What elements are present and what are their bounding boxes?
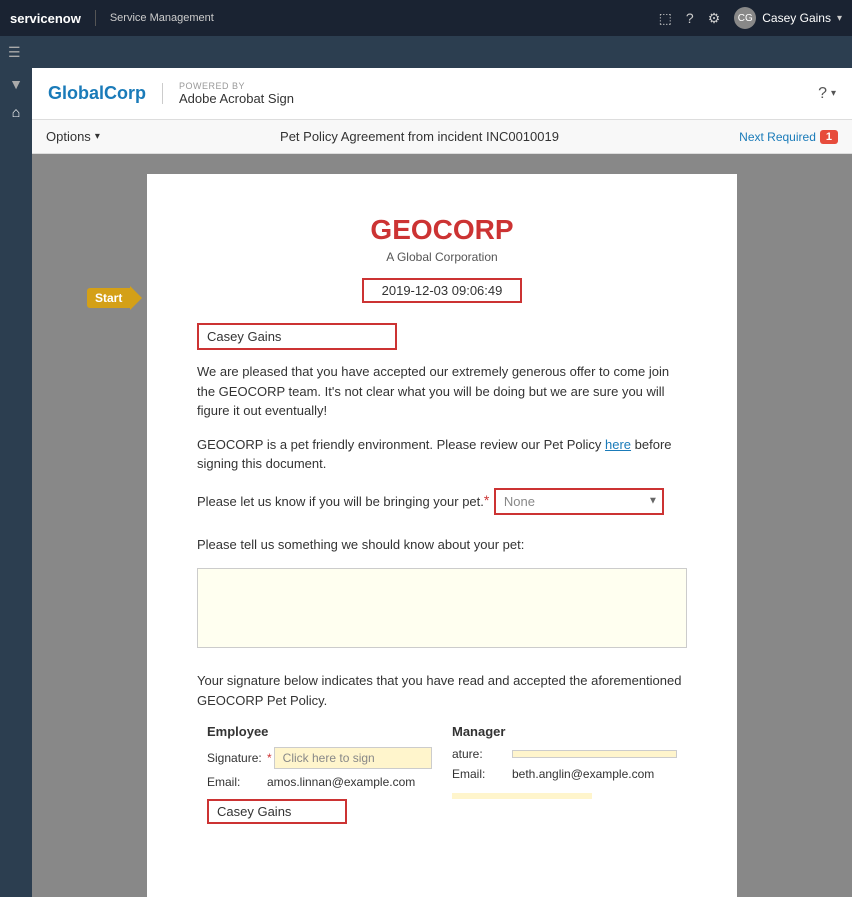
next-required-badge: 1 <box>820 130 838 144</box>
module-text: Service Management <box>110 12 214 24</box>
next-required-label: Next Required <box>739 130 816 144</box>
employee-sig-star: * <box>267 751 272 765</box>
options-button[interactable]: Options ▾ <box>46 129 100 144</box>
servicenow-logo-text: servicenow <box>10 11 81 26</box>
app-wrapper: ▼ ⌂ GlobalCorp POWERED BY Adobe Acrobat … <box>0 68 852 897</box>
avatar-initials: CG <box>738 13 753 24</box>
manager-signature-row: ature: <box>452 747 677 761</box>
menu-icon[interactable]: ☰ <box>8 44 21 61</box>
manager-sig-label: ature: <box>452 747 512 761</box>
top-nav-right: ⬚ ? ⚙ CG Casey Gains ▾ <box>659 7 842 29</box>
sidebar-home-icon[interactable]: ⌂ <box>12 104 20 120</box>
brand-bar: GlobalCorp POWERED BY Adobe Acrobat Sign… <box>32 68 852 120</box>
start-arrow <box>130 286 142 310</box>
powered-by-label: POWERED BY <box>179 81 294 91</box>
pet-required-star: * <box>484 492 489 508</box>
manager-signature-col: Manager ature: Email: beth.anglin@exampl… <box>442 724 687 824</box>
document-title: Pet Policy Agreement from incident INC00… <box>100 129 739 144</box>
manager-email-value: beth.anglin@example.com <box>512 767 654 781</box>
top-nav-left: servicenow Service Management <box>10 10 214 26</box>
pet-question-label: Please let us know if you will be bringi… <box>197 494 484 509</box>
content-wrapper: GlobalCorp POWERED BY Adobe Acrobat Sign… <box>32 68 852 897</box>
user-menu-chevron: ▾ <box>837 13 842 24</box>
options-label: Options <box>46 129 91 144</box>
employee-name-field: Casey Gains <box>197 323 397 350</box>
globalcorp-title: GlobalCorp <box>48 83 163 104</box>
employee-email-row: Email: amos.linnan@example.com <box>207 775 432 789</box>
body-text-2-prefix: GEOCORP is a pet friendly environment. P… <box>197 437 601 452</box>
employee-signature-row: Signature: * Click here to sign <box>207 747 432 769</box>
manager-col-title: Manager <box>452 724 677 739</box>
employee-email-value: amos.linnan@example.com <box>267 775 415 789</box>
employee-click-to-sign[interactable]: Click here to sign <box>274 747 432 769</box>
pet-policy-link[interactable]: here <box>605 437 631 452</box>
logo-divider <box>95 10 96 26</box>
sidebar: ▼ ⌂ <box>0 68 32 897</box>
employee-sig-label: Signature: <box>207 751 267 765</box>
signature-grid: Employee Signature: * Click here to sign… <box>197 724 687 824</box>
date-field: 2019-12-03 09:06:49 <box>362 278 522 303</box>
body-text-2: GEOCORP is a pet friendly environment. P… <box>197 435 687 474</box>
second-bar: ☰ <box>0 36 852 68</box>
user-name: Casey Gains <box>762 11 831 25</box>
pet-textarea-label: Please tell us something we should know … <box>197 535 687 555</box>
document-paper: Start GEOCORP A Global Corporation 2019-… <box>147 174 737 897</box>
brand-help-chevron: ▾ <box>831 88 836 99</box>
options-bar: Options ▾ Pet Policy Agreement from inci… <box>32 120 852 154</box>
history-icon[interactable]: ⬚ <box>659 10 672 27</box>
body-text-1: We are pleased that you have accepted ou… <box>197 362 687 421</box>
start-label[interactable]: Start <box>87 288 130 308</box>
top-navigation: servicenow Service Management ⬚ ? ⚙ CG C… <box>0 0 852 36</box>
employee-col-title: Employee <box>207 724 432 739</box>
pet-textarea[interactable] <box>197 568 687 648</box>
powered-by-section: POWERED BY Adobe Acrobat Sign <box>163 81 294 106</box>
servicenow-logo: servicenow <box>10 11 81 26</box>
help-icon[interactable]: ? <box>686 10 694 26</box>
employee-email-label: Email: <box>207 775 267 789</box>
sidebar-filter-icon[interactable]: ▼ <box>9 76 23 92</box>
next-required-button[interactable]: Next Required 1 <box>739 130 838 144</box>
pet-question-row: Please let us know if you will be bringi… <box>197 488 687 515</box>
company-title: GEOCORP <box>197 214 687 246</box>
pet-select-wrapper: * None Yes No <box>494 488 664 515</box>
adobe-sign-name: Adobe Acrobat Sign <box>179 91 294 106</box>
settings-icon[interactable]: ⚙ <box>708 10 721 27</box>
manager-email-row: Email: beth.anglin@example.com <box>452 767 677 781</box>
manager-name-bottom-field <box>452 793 592 799</box>
manager-email-label: Email: <box>452 767 512 781</box>
signature-section-text: Your signature below indicates that you … <box>197 671 687 710</box>
user-avatar: CG <box>734 7 756 29</box>
brand-help: ? ▾ <box>818 85 836 103</box>
employee-signature-col: Employee Signature: * Click here to sign… <box>197 724 442 824</box>
start-marker: Start <box>87 286 142 310</box>
employee-name-bottom-field: Casey Gains <box>207 799 347 824</box>
document-area: Start GEOCORP A Global Corporation 2019-… <box>32 154 852 897</box>
manager-sig-placeholder <box>512 750 677 758</box>
company-subtitle: A Global Corporation <box>197 250 687 264</box>
pet-select[interactable]: None Yes No <box>494 488 664 515</box>
brand-help-icon[interactable]: ? <box>818 85 827 103</box>
user-badge[interactable]: CG Casey Gains ▾ <box>734 7 842 29</box>
